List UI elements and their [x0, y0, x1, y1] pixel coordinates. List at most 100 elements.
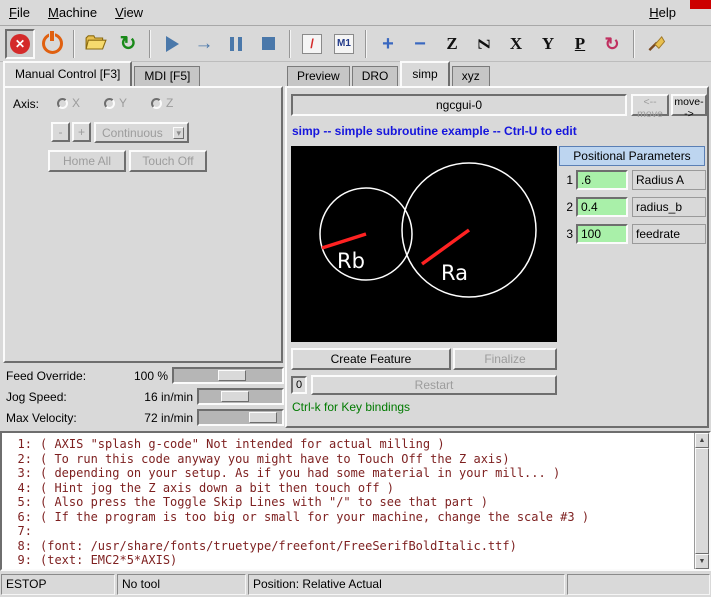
- tab-simp[interactable]: simp: [400, 61, 449, 86]
- menu-file[interactable]: File: [0, 1, 39, 24]
- stop-button[interactable]: [253, 29, 283, 59]
- feed-override-slider[interactable]: [172, 367, 284, 384]
- scroll-up-icon[interactable]: ▲: [695, 433, 709, 448]
- jog-minus-button[interactable]: -: [51, 122, 70, 142]
- toolbar-separator: [149, 30, 151, 58]
- zoom-out-button[interactable]: −: [405, 29, 435, 59]
- gcode-text-area[interactable]: 1:( AXIS "splash g-code" Not intended fo…: [0, 431, 711, 571]
- max-velocity-value: 72 in/min: [144, 411, 193, 425]
- clear-plot-button[interactable]: [641, 29, 671, 59]
- step-button[interactable]: →: [189, 29, 219, 59]
- tab-mdi[interactable]: MDI [F5]: [134, 66, 200, 86]
- run-icon: [166, 36, 179, 52]
- scroll-down-icon[interactable]: ▼: [695, 554, 709, 569]
- zoom-in-button[interactable]: +: [373, 29, 403, 59]
- tab-preview[interactable]: Preview: [287, 66, 350, 86]
- axis-radio-x[interactable]: X: [57, 96, 80, 110]
- slider-handle[interactable]: [249, 412, 277, 423]
- slider-handle[interactable]: [221, 391, 249, 402]
- view-z-rotated-button[interactable]: Z: [469, 29, 499, 59]
- tab-manual-control[interactable]: Manual Control [F3]: [3, 61, 132, 86]
- zoom-out-icon: −: [414, 34, 426, 54]
- view-z-button[interactable]: Z: [437, 29, 467, 59]
- param-number: 3: [559, 224, 573, 244]
- toolbar-separator: [365, 30, 367, 58]
- machine-power-icon: [42, 33, 63, 54]
- menu-machine[interactable]: Machine: [39, 1, 106, 24]
- radio-icon: [151, 98, 162, 109]
- status-tool: No tool: [117, 574, 246, 595]
- move-left-button[interactable]: <--move: [631, 94, 669, 116]
- ngcgui-name-entry[interactable]: [291, 94, 627, 116]
- gcode-line: 6:( If the program is too big or small f…: [6, 510, 689, 525]
- toolbar-separator: [289, 30, 291, 58]
- estop-button[interactable]: ✕: [5, 29, 35, 59]
- manual-control-panel: Axis: X Y Z - + Continuous ▾ Home All To…: [3, 86, 283, 363]
- restart-button[interactable]: Restart: [311, 375, 557, 395]
- optional-stop-button[interactable]: M1: [329, 29, 359, 59]
- menu-help[interactable]: Help: [640, 1, 685, 24]
- param-entry-feedrate[interactable]: [576, 224, 628, 244]
- jog-mode-dropdown[interactable]: Continuous ▾: [94, 122, 189, 143]
- create-feature-button[interactable]: Create Feature: [291, 348, 451, 370]
- tab-xyz[interactable]: xyz: [452, 66, 490, 86]
- axis-x-label: X: [72, 96, 80, 110]
- chevron-down-icon: ▾: [173, 127, 184, 139]
- gcode-scrollbar[interactable]: ▲ ▼: [694, 433, 709, 569]
- pause-button[interactable]: [221, 29, 251, 59]
- param-name-label: Radius A: [632, 170, 706, 190]
- status-filler: [567, 574, 710, 595]
- reload-button[interactable]: ↻: [113, 29, 143, 59]
- machine-power-button[interactable]: [37, 29, 67, 59]
- step-icon: →: [195, 34, 214, 53]
- max-velocity-slider[interactable]: [197, 409, 284, 426]
- view-x-button[interactable]: X: [501, 29, 531, 59]
- scrollbar-thumb[interactable]: [695, 448, 709, 554]
- run-button[interactable]: [157, 29, 187, 59]
- view-y-icon: Y: [542, 34, 554, 54]
- finalize-button[interactable]: Finalize: [453, 348, 557, 370]
- home-all-button[interactable]: Home All: [48, 150, 126, 172]
- gcode-line: 7:: [6, 524, 689, 539]
- radio-icon: [104, 98, 115, 109]
- gcode-line: 3:( depending on your setup. As if you h…: [6, 466, 689, 481]
- max-velocity-label: Max Velocity:: [6, 411, 77, 425]
- zoom-in-icon: +: [382, 34, 394, 54]
- toggle-skip-lines-button[interactable]: /: [297, 29, 327, 59]
- radius-a-label: Ra: [441, 261, 468, 285]
- axis-window: File Machine View Help ✕ ↻ → / M1 + − Z …: [0, 0, 711, 597]
- gcode-line: 4:( Hint jog the Z axis down a bit then …: [6, 481, 689, 496]
- open-file-button[interactable]: [81, 29, 111, 59]
- jog-speed-slider[interactable]: [197, 388, 284, 405]
- param-entry-radius-b[interactable]: [576, 197, 628, 217]
- optional-stop-icon: M1: [334, 34, 354, 54]
- touch-off-button[interactable]: Touch Off: [129, 150, 207, 172]
- preview-canvas[interactable]: Rb Ra: [291, 146, 557, 342]
- axis-radio-y[interactable]: Y: [104, 96, 127, 110]
- menu-view[interactable]: View: [106, 1, 152, 24]
- axis-radio-z[interactable]: Z: [151, 96, 173, 110]
- jog-plus-button[interactable]: +: [72, 122, 91, 142]
- jog-speed-row: Jog Speed: 16 in/min: [0, 387, 284, 407]
- desktop-corner-red: [690, 0, 711, 9]
- param-number: 2: [559, 197, 573, 217]
- gcode-line: 1:( AXIS "splash g-code" Not intended fo…: [6, 437, 689, 452]
- param-entry-radius-a[interactable]: [576, 170, 628, 190]
- reload-icon: ↻: [120, 34, 137, 54]
- slider-handle[interactable]: [218, 370, 246, 381]
- left-tabs: Manual Control [F3] MDI [F5]: [3, 64, 202, 86]
- jog-speed-label: Jog Speed:: [6, 390, 67, 404]
- rotate-view-icon: ↻: [604, 35, 619, 53]
- move-right-button[interactable]: move-->: [671, 94, 707, 116]
- preview-drawing: Rb Ra: [291, 146, 557, 342]
- view-y-button[interactable]: Y: [533, 29, 563, 59]
- rotate-view-button[interactable]: ↻: [597, 29, 627, 59]
- axis-label: Axis:: [13, 97, 39, 111]
- pause-icon: [228, 37, 244, 51]
- view-z-rotated-icon: Z: [474, 38, 494, 49]
- view-p-button[interactable]: P: [565, 29, 595, 59]
- tab-dro[interactable]: DRO: [352, 66, 399, 86]
- right-tabs: Preview DRO simp xyz: [287, 64, 492, 86]
- status-estop: ESTOP: [1, 574, 115, 595]
- feed-override-value: 100 %: [134, 369, 168, 383]
